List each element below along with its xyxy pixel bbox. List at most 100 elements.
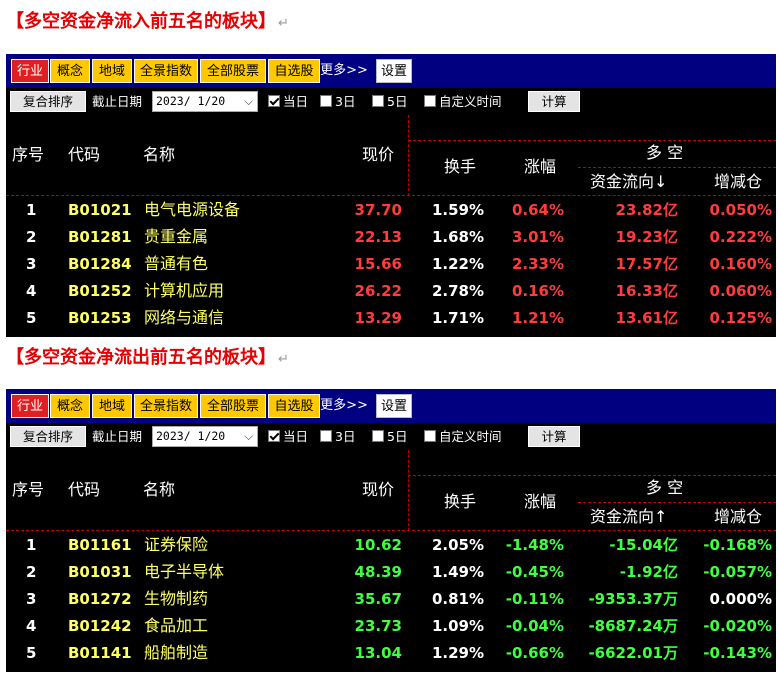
header-seq[interactable]: 序号 bbox=[12, 145, 44, 165]
chevron-down-icon[interactable]: ⌵ bbox=[244, 427, 253, 446]
row-fund-flow: 17.57亿 bbox=[615, 255, 678, 273]
checkbox-icon[interactable] bbox=[372, 95, 384, 107]
row-code: B01021 bbox=[68, 201, 132, 219]
header-change[interactable]: 涨幅 bbox=[524, 492, 556, 512]
row-turnover: 0.81% bbox=[431, 590, 484, 608]
header-top-divider bbox=[408, 140, 776, 141]
tab-3[interactable]: 全景指数 bbox=[134, 59, 198, 83]
header-turnover[interactable]: 换手 bbox=[444, 157, 476, 177]
row-price: 48.39 bbox=[354, 563, 402, 581]
tab-2[interactable]: 地域 bbox=[92, 59, 132, 83]
row-change: 0.64% bbox=[511, 201, 564, 219]
row-price: 15.66 bbox=[354, 255, 402, 273]
checkbox-icon[interactable] bbox=[268, 95, 280, 107]
date-picker[interactable]: 2023/ 1/20 ⌵ bbox=[152, 91, 258, 112]
row-change: -0.11% bbox=[505, 590, 564, 608]
header-price[interactable]: 现价 bbox=[362, 480, 394, 500]
header-name[interactable]: 名称 bbox=[143, 480, 175, 500]
checkbox-icon[interactable] bbox=[424, 95, 436, 107]
table-row[interactable]: 1 B01161 证券保险 10.62 2.05% -1.48% -15.04亿 -0.168… bbox=[6, 533, 776, 557]
tab-4[interactable]: 全部股票 bbox=[200, 394, 266, 418]
table-row[interactable]: 2 B01031 电子半导体 48.39 1.49% -0.45% -1.92亿 -0.057… bbox=[6, 560, 776, 584]
calculate-button[interactable]: 计算 bbox=[528, 426, 580, 447]
tab-4[interactable]: 全部股票 bbox=[200, 59, 266, 83]
row-position-change: -0.020% bbox=[703, 617, 772, 635]
row-name: 网络与通信 bbox=[144, 308, 225, 327]
composite-sort-button[interactable]: 复合排序 bbox=[10, 426, 86, 447]
tab-0[interactable]: 行业 bbox=[11, 59, 49, 83]
checkbox-icon[interactable] bbox=[268, 430, 280, 442]
header-position-change[interactable]: 增减仓 bbox=[714, 507, 762, 527]
row-name: 证券保险 bbox=[144, 535, 209, 554]
row-code: B01031 bbox=[68, 563, 132, 581]
row-fund-flow: -15.04亿 bbox=[609, 536, 678, 554]
header-fund-flow[interactable]: 资金流向↑ bbox=[590, 507, 667, 527]
period-option-1[interactable]: 3日 bbox=[320, 92, 355, 111]
period-option-1[interactable]: 3日 bbox=[320, 427, 355, 446]
checkbox-icon[interactable] bbox=[320, 430, 332, 442]
tab-2[interactable]: 地域 bbox=[92, 394, 132, 418]
calculate-button[interactable]: 计算 bbox=[528, 91, 580, 112]
period-option-2[interactable]: 5日 bbox=[372, 427, 407, 446]
more-tabs-button[interactable]: 更多>> bbox=[320, 59, 368, 83]
table-row[interactable]: 3 B01284 普通有色 15.66 1.22% 2.33% 17.57亿 0.160% bbox=[6, 252, 776, 276]
checkbox-icon[interactable] bbox=[372, 430, 384, 442]
row-seq: 4 bbox=[26, 282, 37, 300]
row-seq: 5 bbox=[26, 309, 37, 327]
header-long-short[interactable]: 多 空 bbox=[646, 143, 683, 163]
date-picker[interactable]: 2023/ 1/20 ⌵ bbox=[152, 426, 258, 447]
settings-button[interactable]: 设置 bbox=[376, 59, 412, 83]
header-code[interactable]: 代码 bbox=[68, 480, 100, 500]
row-seq: 4 bbox=[26, 617, 37, 635]
period-option-0[interactable]: 当日 bbox=[268, 92, 308, 111]
row-code: B01161 bbox=[68, 536, 132, 554]
period-option-3[interactable]: 自定义时间 bbox=[424, 427, 502, 446]
table-row[interactable]: 5 B01141 船舶制造 13.04 1.29% -0.66% -6622.01万 -0.1… bbox=[6, 641, 776, 665]
row-price: 13.04 bbox=[354, 644, 402, 662]
row-code: B01284 bbox=[68, 255, 132, 273]
header-bottom-divider bbox=[6, 530, 776, 531]
row-turnover: 2.78% bbox=[431, 282, 484, 300]
row-seq: 3 bbox=[26, 255, 37, 273]
period-option-0[interactable]: 当日 bbox=[268, 427, 308, 446]
header-position-change[interactable]: 增减仓 bbox=[714, 172, 762, 192]
tab-0[interactable]: 行业 bbox=[11, 394, 49, 418]
return-mark-icon: ↵ bbox=[278, 16, 289, 31]
row-price: 37.70 bbox=[354, 201, 402, 219]
row-turnover: 1.59% bbox=[431, 201, 484, 219]
header-change[interactable]: 涨幅 bbox=[524, 157, 556, 177]
tab-5[interactable]: 自选股 bbox=[268, 59, 320, 83]
table-row[interactable]: 4 B01252 计算机应用 26.22 2.78% 0.16% 16.33亿 0.060% bbox=[6, 279, 776, 303]
header-name[interactable]: 名称 bbox=[143, 145, 175, 165]
header-code[interactable]: 代码 bbox=[68, 145, 100, 165]
row-change: -1.48% bbox=[505, 536, 564, 554]
table-row[interactable]: 5 B01253 网络与通信 13.29 1.71% 1.21% 13.61亿 0.125% bbox=[6, 306, 776, 330]
tab-3[interactable]: 全景指数 bbox=[134, 394, 198, 418]
period-option-3[interactable]: 自定义时间 bbox=[424, 92, 502, 111]
chevron-down-icon[interactable]: ⌵ bbox=[244, 92, 253, 111]
tab-1[interactable]: 概念 bbox=[50, 394, 90, 418]
row-seq: 5 bbox=[26, 644, 37, 662]
section-heading: 【多空资金净流出前五名的板块】 ↵ bbox=[6, 344, 289, 372]
row-code: B01252 bbox=[68, 282, 132, 300]
row-position-change: 0.160% bbox=[709, 255, 772, 273]
more-tabs-button[interactable]: 更多>> bbox=[320, 394, 368, 418]
settings-button[interactable]: 设置 bbox=[376, 394, 412, 418]
return-mark-icon: ↵ bbox=[278, 352, 289, 367]
tab-1[interactable]: 概念 bbox=[50, 59, 90, 83]
table-row[interactable]: 4 B01242 食品加工 23.73 1.09% -0.04% -8687.24万 -0.0… bbox=[6, 614, 776, 638]
period-option-2[interactable]: 5日 bbox=[372, 92, 407, 111]
row-turnover: 1.68% bbox=[431, 228, 484, 246]
table-row[interactable]: 2 B01281 贵重金属 22.13 1.68% 3.01% 19.23亿 0.222% bbox=[6, 225, 776, 249]
header-long-short[interactable]: 多 空 bbox=[646, 478, 683, 498]
header-turnover[interactable]: 换手 bbox=[444, 492, 476, 512]
table-row[interactable]: 1 B01021 电气电源设备 37.70 1.59% 0.64% 23.82亿 0.050% bbox=[6, 198, 776, 222]
checkbox-icon[interactable] bbox=[424, 430, 436, 442]
header-fund-flow[interactable]: 资金流向↓ bbox=[590, 172, 667, 192]
header-seq[interactable]: 序号 bbox=[12, 480, 44, 500]
composite-sort-button[interactable]: 复合排序 bbox=[10, 91, 86, 112]
tab-5[interactable]: 自选股 bbox=[268, 394, 320, 418]
checkbox-icon[interactable] bbox=[320, 95, 332, 107]
header-price[interactable]: 现价 bbox=[362, 145, 394, 165]
table-row[interactable]: 3 B01272 生物制药 35.67 0.81% -0.11% -9353.37万 0.00… bbox=[6, 587, 776, 611]
